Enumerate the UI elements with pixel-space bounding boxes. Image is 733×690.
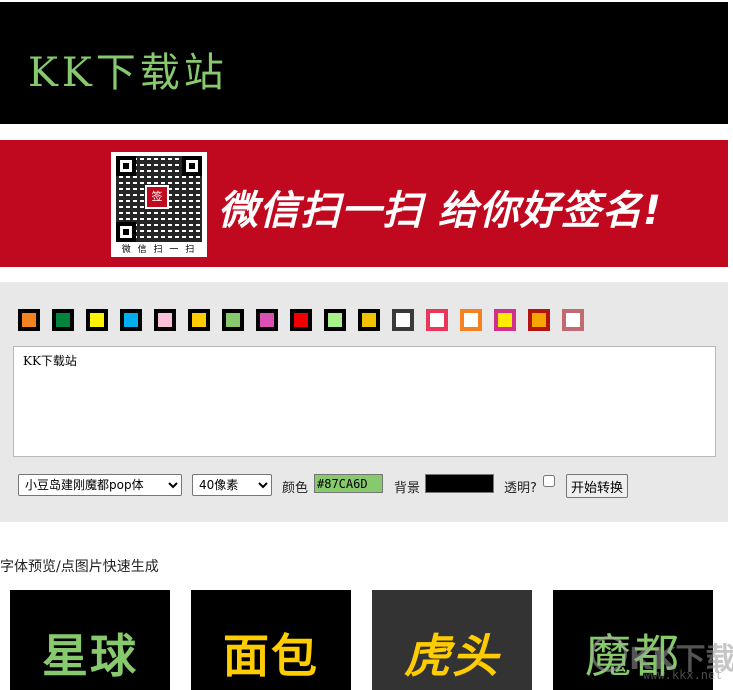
font-select[interactable]: 小豆岛建刚魔都pop体 [18, 474, 182, 496]
color-swatch[interactable] [18, 309, 40, 331]
qr-finder-top-left [116, 156, 136, 176]
qr-code: 签 微 信 扫 一 扫 [111, 152, 207, 257]
qr-center-seal: 签 [145, 185, 169, 209]
color-swatch[interactable] [154, 309, 176, 331]
qr-caption: 微 信 扫 一 扫 [121, 245, 197, 255]
bg-label: 背景 [394, 481, 421, 496]
font-thumb-2[interactable]: 面包 [191, 590, 351, 690]
color-swatch[interactable] [426, 309, 448, 331]
color-swatch[interactable] [358, 309, 380, 331]
font-thumb-3[interactable]: 虎头 [372, 590, 532, 690]
font-thumb-1[interactable]: 星球 [10, 590, 170, 690]
preview-banner: KK下载站 [0, 2, 728, 124]
preview-text: KK下载站 [28, 50, 228, 96]
color-swatch[interactable] [392, 309, 414, 331]
color-label: 颜色 [282, 481, 309, 496]
color-swatch[interactable] [562, 309, 584, 331]
font-thumb-text: 虎头 [404, 629, 500, 683]
color-swatch[interactable] [324, 309, 346, 331]
bg-color-field[interactable] [425, 474, 494, 493]
color-swatch[interactable] [120, 309, 142, 331]
color-swatch[interactable] [290, 309, 312, 331]
font-thumb-text: 面包 [223, 629, 319, 683]
gallery-title: 字体预览/点图片快速生成 [0, 559, 159, 575]
convert-button[interactable]: 开始转换 [566, 474, 628, 498]
color-swatch[interactable] [494, 309, 516, 331]
qr-finder-bottom-left [116, 222, 136, 242]
color-swatch[interactable] [460, 309, 482, 331]
promo-slogan: 微信扫一扫 给你好签名! [218, 188, 663, 234]
color-swatch[interactable] [188, 309, 210, 331]
color-swatch[interactable] [528, 309, 550, 331]
size-select[interactable]: 40像素 [192, 474, 272, 496]
transparent-checkbox[interactable] [543, 475, 555, 487]
transparent-label: 透明? [504, 481, 537, 496]
color-field[interactable] [314, 474, 383, 493]
font-thumb-text: 魔都 [585, 629, 681, 683]
font-thumb-text: 星球 [42, 629, 138, 683]
color-swatch[interactable] [256, 309, 278, 331]
generator-panel: KK下载站 小豆岛建刚魔都pop体 40像素 颜色 背景 透明? 开始转换 [0, 282, 728, 522]
font-thumb-4[interactable]: 魔都 [553, 590, 713, 690]
promo-banner[interactable]: 签 微 信 扫 一 扫 微信扫一扫 给你好签名! [0, 140, 728, 267]
color-swatch[interactable] [86, 309, 108, 331]
qr-finder-top-right [182, 156, 202, 176]
color-swatch[interactable] [222, 309, 244, 331]
color-swatch[interactable] [52, 309, 74, 331]
text-input[interactable]: KK下载站 [13, 346, 716, 457]
